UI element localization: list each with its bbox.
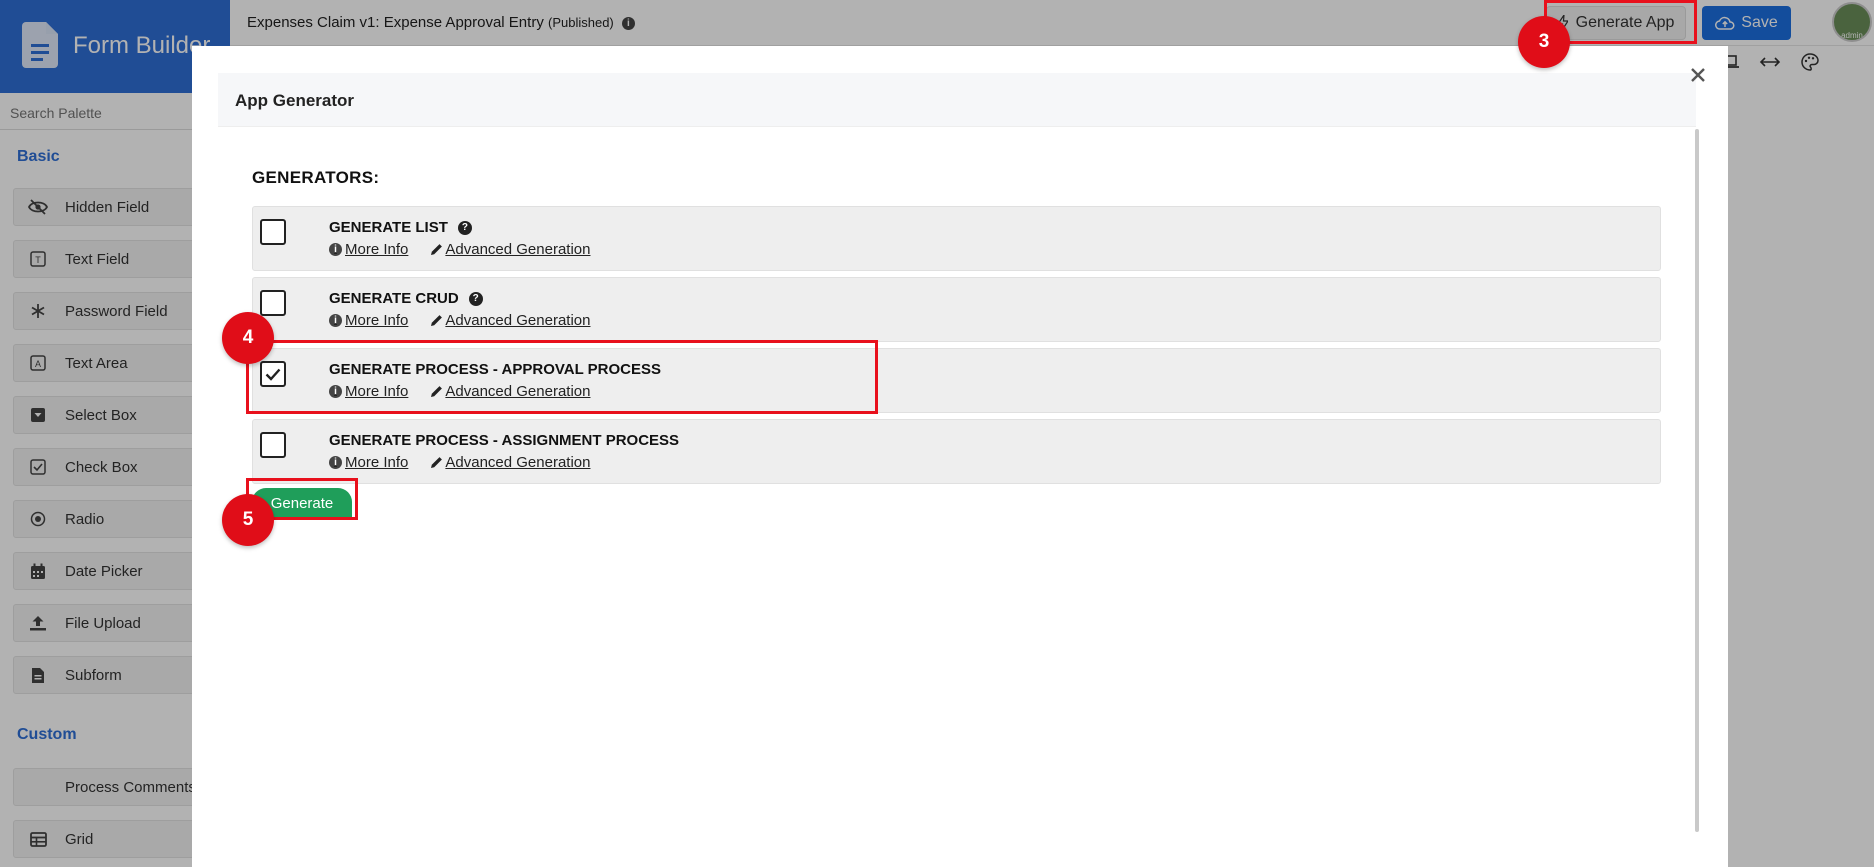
close-icon[interactable] xyxy=(1685,62,1711,88)
generator-label: GENERATE PROCESS - APPROVAL PROCESS xyxy=(329,361,661,378)
info-icon: i xyxy=(329,385,342,398)
app-generator-modal: App Generator GENERATORS: GENERATE LIST … xyxy=(192,46,1728,867)
link-text: Advanced Generation xyxy=(445,241,591,258)
info-icon: i xyxy=(329,314,342,327)
link-text: Advanced Generation xyxy=(445,383,591,400)
more-info-link[interactable]: i More Info xyxy=(329,454,408,471)
generator-checkbox-crud[interactable] xyxy=(260,290,286,316)
generator-row-assignment-process: GENERATE PROCESS - ASSIGNMENT PROCESS iM… xyxy=(252,419,1661,484)
generator-checkbox-assignment-process[interactable] xyxy=(260,432,286,458)
modal-title: App Generator xyxy=(235,91,355,110)
info-icon: i xyxy=(329,456,342,469)
link-text: More Info xyxy=(345,383,409,400)
link-text: More Info xyxy=(345,241,409,258)
generator-row-crud: GENERATE CRUD ? i More Info Advanced Gene… xyxy=(252,277,1661,342)
generator-label: GENERATE PROCESS - ASSIGNMENT PROCESS xyxy=(329,432,680,449)
more-info-link[interactable]: i More Info xyxy=(329,312,408,329)
generator-row-approval-process: GENERATE PROCESS - APPROVAL PROCESS i Mor… xyxy=(252,348,1661,413)
link-text: More Info xyxy=(345,312,409,329)
checkmark-icon xyxy=(265,368,281,381)
generator-label: GENERATE LIST xyxy=(329,219,448,236)
generator-checkbox-list[interactable] xyxy=(260,219,286,245)
advanced-generation-link[interactable]: Advanced Generation xyxy=(430,383,590,400)
advanced-generation-link[interactable]: Advanced Generation xyxy=(430,241,590,258)
modal-scrollbar[interactable] xyxy=(1695,129,1699,832)
pencil-icon xyxy=(431,457,443,468)
more-info-link[interactable]: i More Info xyxy=(329,241,408,258)
pencil-icon xyxy=(431,315,443,326)
info-icon: i xyxy=(329,243,342,256)
generator-checkbox-approval-process[interactable] xyxy=(260,361,286,387)
modal-header: App Generator xyxy=(218,73,1696,127)
link-text: More Info xyxy=(345,454,409,471)
pencil-icon xyxy=(431,244,443,255)
pencil-icon xyxy=(431,386,443,397)
step-badge-5: 5 xyxy=(222,494,274,546)
link-text: Advanced Generation xyxy=(445,312,591,329)
advanced-generation-link[interactable]: Advanced Generation xyxy=(430,454,590,471)
step-badge-4: 4 xyxy=(222,312,274,364)
question-icon[interactable]: ? xyxy=(457,220,472,235)
generator-row-list: GENERATE LIST ? i More Info Advanced Gene… xyxy=(252,206,1661,271)
generator-label: GENERATE CRUD xyxy=(329,290,459,307)
question-icon[interactable]: ? xyxy=(468,291,483,306)
advanced-generation-link[interactable]: Advanced Generation xyxy=(430,312,590,329)
link-text: Advanced Generation xyxy=(445,454,591,471)
generators-heading: GENERATORS: xyxy=(252,168,380,187)
more-info-link[interactable]: i More Info xyxy=(329,383,408,400)
step-badge-3: 3 xyxy=(1518,16,1570,68)
